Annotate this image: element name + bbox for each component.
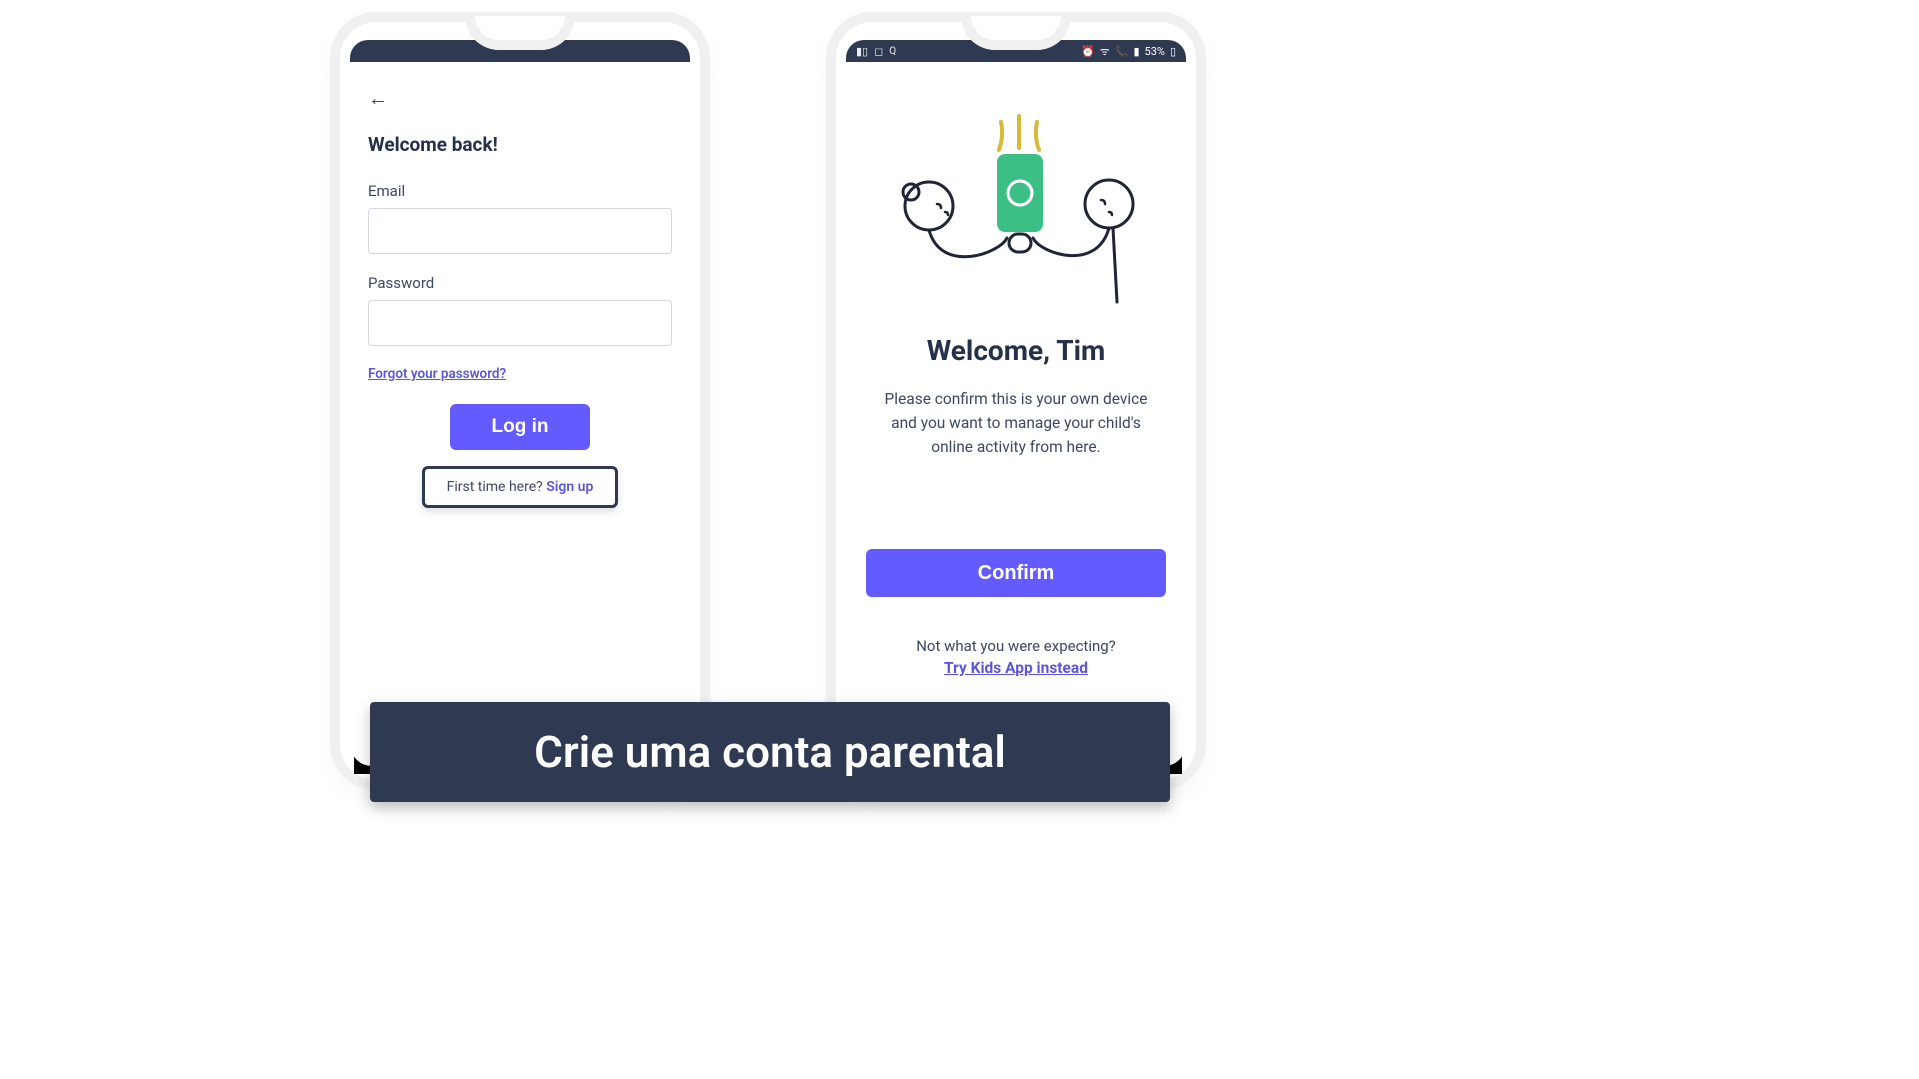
phone-notch bbox=[961, 16, 1071, 50]
welcome-description: Please confirm this is your own device a… bbox=[876, 387, 1156, 459]
login-button[interactable]: Log in bbox=[450, 404, 590, 450]
signup-link[interactable]: Sign up bbox=[546, 479, 593, 495]
page-title: Welcome back! bbox=[368, 133, 672, 156]
call-icon: 📞 bbox=[1115, 45, 1129, 58]
app-icon: Q bbox=[889, 46, 896, 57]
phone-mockup-login: ← Welcome back! Email Password Forgot yo… bbox=[340, 22, 700, 780]
battery-text: 53% bbox=[1145, 45, 1165, 58]
welcome-title: Welcome, Tim bbox=[927, 334, 1106, 367]
family-illustration bbox=[881, 104, 1151, 304]
back-arrow-icon[interactable]: ← bbox=[368, 86, 392, 111]
caption-banner: Crie uma conta parental bbox=[370, 702, 1170, 802]
email-label: Email bbox=[368, 182, 672, 200]
status-left-icons: ▮▯ bbox=[856, 45, 868, 58]
password-field[interactable] bbox=[368, 300, 672, 346]
email-field[interactable] bbox=[368, 208, 672, 254]
alarm-icon: ⏰ bbox=[1081, 45, 1095, 58]
kids-app-link[interactable]: Try Kids App instead bbox=[944, 659, 1088, 677]
picture-icon: ◻ bbox=[874, 45, 883, 58]
battery-icon: ▯ bbox=[1170, 45, 1176, 58]
wifi-icon: ᯤ bbox=[1100, 44, 1110, 59]
signal-icon: ▮ bbox=[1133, 45, 1139, 58]
phone-mockup-welcome: ▮▯ ◻ Q ⏰ ᯤ 📞 ▮ 53% ▯ bbox=[836, 22, 1196, 780]
phone-notch bbox=[465, 16, 575, 50]
signup-prompt-text: First time here? bbox=[447, 479, 547, 495]
welcome-screen: Welcome, Tim Please confirm this is your… bbox=[846, 62, 1186, 766]
signup-callout[interactable]: First time here? Sign up bbox=[422, 466, 619, 508]
login-screen: ← Welcome back! Email Password Forgot yo… bbox=[350, 62, 690, 766]
not-expecting-text: Not what you were expecting? bbox=[916, 637, 1116, 655]
confirm-button[interactable]: Confirm bbox=[866, 549, 1166, 597]
password-label: Password bbox=[368, 274, 672, 292]
forgot-password-link[interactable]: Forgot your password? bbox=[368, 366, 672, 382]
